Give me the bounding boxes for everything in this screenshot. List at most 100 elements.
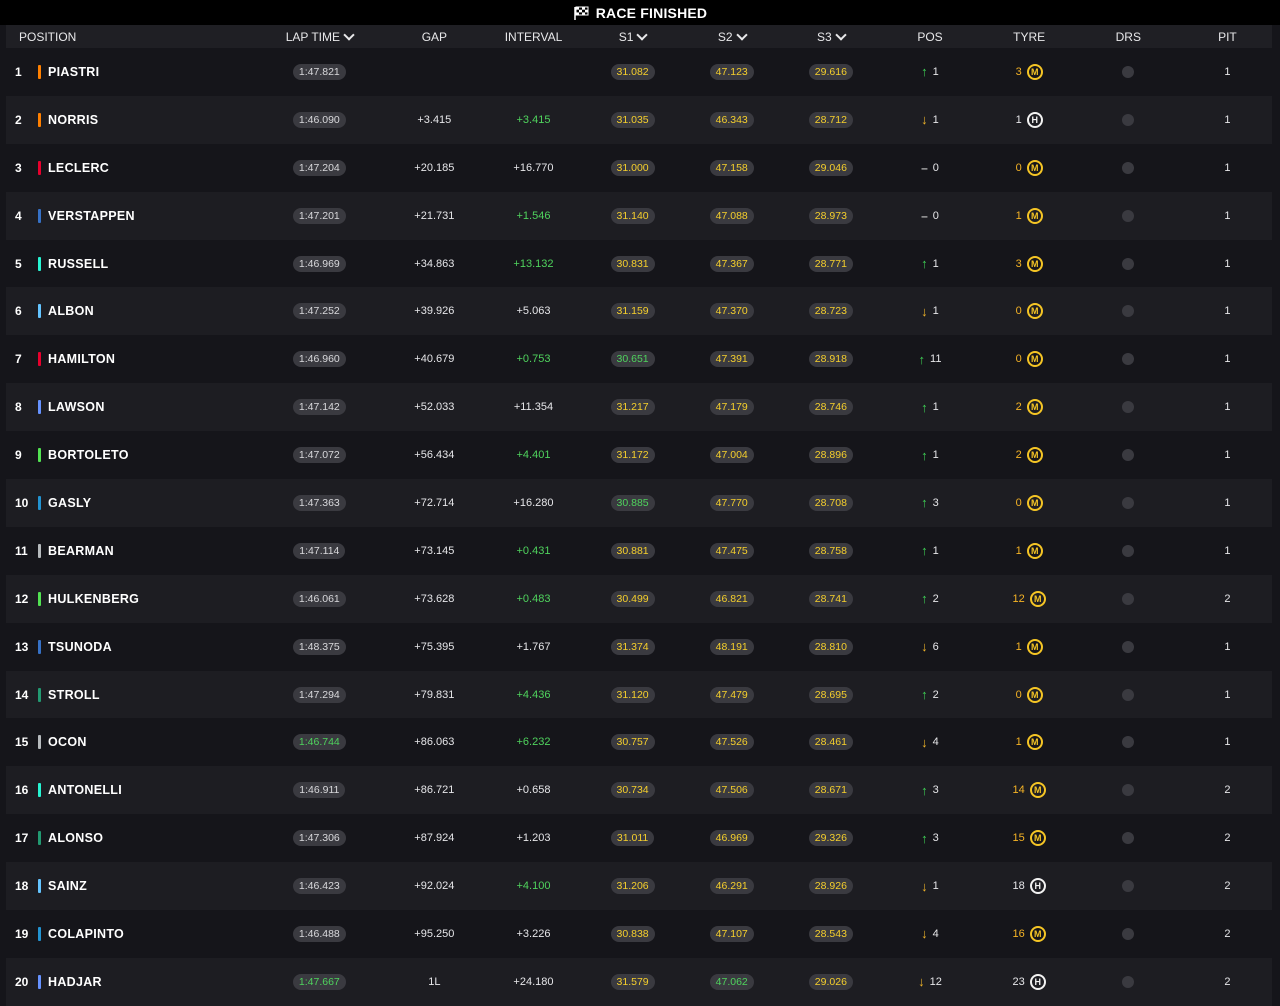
tyre-cell: 12 M [985,575,1074,623]
pos-change-cell: ↓ 12 [875,958,984,1006]
arrow-down-icon: ↓ [921,734,928,750]
driver-cell: 16 ANTONELLI [6,766,249,814]
tyre-compound-icon: M [1026,303,1043,320]
driver-cell: 13 TSUNODA [6,623,249,671]
driver-name: HULKENBERG [48,591,140,606]
gap-cell: +72.714 [390,479,479,527]
gap-cell: +40.679 [390,335,479,383]
table-row[interactable]: 3 LECLERC 1:47.204 +20.185 +16.770 31.000 47.1… [6,143,1272,192]
table-row[interactable]: 18 SAINZ 1:46.423 +92.024 +4.100 31.206 46.291… [6,862,1272,911]
sector1-time: 31.159 [610,303,655,320]
tyre-age: 0 [1015,161,1022,174]
col-s1[interactable]: S1 [588,25,677,48]
lap-time: 1:47.201 [292,207,346,224]
driver-cell: 6 ALBON [6,287,249,335]
gap-value: 1L [428,975,441,988]
table-row[interactable]: 17 ALONSO 1:47.306 +87.924 +1.203 31.011 46.96… [6,814,1272,863]
lap-time-cell: 1:47.201 [249,192,390,240]
table-row[interactable]: 11 BEARMAN 1:47.114 +73.145 +0.431 30.881 47.4… [6,526,1272,575]
s3-cell: 28.771 [786,240,875,288]
sector2-time: 47.479 [709,686,754,703]
lap-time-cell: 1:48.375 [249,623,390,671]
pit-cell: 1 [1183,144,1272,192]
table-row[interactable]: 19 COLAPINTO 1:46.488 +95.250 +3.226 30.838 47… [6,910,1272,958]
team-color-bar [38,543,41,558]
tyre-compound-icon: H [1026,111,1043,128]
table-row[interactable]: 2 NORRIS 1:46.090 +3.415 +3.415 31.035 46.343 2… [6,95,1272,144]
gap-cell: +92.024 [390,862,479,910]
tyre-age: 0 [1015,305,1022,318]
lap-time-cell: 1:46.960 [249,335,390,383]
gap-value: +56.434 [414,449,455,462]
driver-cell: 8 LAWSON [6,383,249,431]
tyre-compound-icon: M [1026,399,1043,416]
pos-change-cell: ↑ 2 [875,671,984,719]
s2-cell: 47.367 [677,240,786,288]
table-row[interactable]: 5 RUSSELL 1:46.969 +34.863 +13.132 30.831 47.3… [6,239,1272,288]
table-row[interactable]: 9 BORTOLETO 1:47.072 +56.434 +4.401 31.172 47.… [6,431,1272,480]
s1-cell: 31.172 [588,431,677,479]
lap-time: 1:46.090 [292,111,346,128]
pos-change-value: 4 [932,927,939,940]
col-s3[interactable]: S3 [786,25,875,48]
table-row[interactable]: 12 HULKENBERG 1:46.061 +73.628 +0.483 30.499 4… [6,574,1272,623]
table-row[interactable]: 6 ALBON 1:47.252 +39.926 +5.063 31.159 47.370 2… [6,287,1272,336]
sector3-time: 28.543 [808,925,853,942]
sector1-time: 30.757 [610,734,655,751]
table-row[interactable]: 13 TSUNODA 1:48.375 +75.395 +1.767 31.374 48.1… [6,622,1272,671]
drs-indicator-icon [1122,305,1135,318]
lap-time-cell: 1:47.294 [249,671,390,719]
table-row[interactable]: 8 LAWSON 1:47.142 +52.033 +11.354 31.217 47.17… [6,383,1272,432]
drs-indicator-icon [1122,65,1135,78]
drs-cell [1074,192,1183,240]
interval-value: +0.753 [516,353,551,366]
tyre-compound-icon: M [1029,925,1046,942]
sector2-time: 48.191 [709,638,754,655]
interval-value: +3.226 [516,927,551,940]
sector3-time: 28.896 [808,447,853,464]
interval-cell: +0.658 [479,766,588,814]
table-body: 1 PIASTRI 1:47.821 31.082 47.123 29.616 ↑ 1 3 M 1 2… [6,48,1272,1006]
sector2-time: 47.062 [709,973,754,990]
table-row[interactable]: 1 PIASTRI 1:47.821 31.082 47.123 29.616 ↑ 1 3 M 1 [6,48,1272,96]
drs-cell [1074,575,1183,623]
driver-name: BEARMAN [48,543,114,558]
table-row[interactable]: 14 STROLL 1:47.294 +79.831 +4.436 31.120 47.47… [6,670,1272,719]
tyre-age: 2 [1015,401,1022,414]
arrow-up-icon: ↑ [921,687,928,703]
pit-count: 2 [1224,592,1231,605]
s1-cell: 31.120 [588,671,677,719]
table-row[interactable]: 4 VERSTAPPEN 1:47.201 +21.731 +1.546 31.140 47… [6,191,1272,240]
lap-time-cell: 1:47.204 [249,144,390,192]
sector1-time: 31.011 [610,830,655,847]
sector2-time: 46.291 [709,878,754,895]
driver-name: VERSTAPPEN [48,208,135,223]
sector1-time: 31.172 [610,447,655,464]
pos-change-value: 1 [932,65,939,78]
tyre-compound-icon: H [1029,973,1046,990]
s3-cell: 29.616 [786,48,875,96]
table-row[interactable]: 15 OCON 1:46.744 +86.063 +6.232 30.757 47.526 2… [6,718,1272,767]
interval-cell: +16.770 [479,144,588,192]
team-color-bar [38,831,41,846]
pit-cell: 2 [1183,958,1272,1006]
drs-cell [1074,671,1183,719]
lap-time-cell: 1:46.488 [249,910,390,958]
tyre-compound-icon: M [1029,830,1046,847]
drs-indicator-icon [1122,640,1135,653]
table-row[interactable]: 10 GASLY 1:47.363 +72.714 +16.280 30.885 47.77… [6,479,1272,527]
gap-value: +73.628 [414,592,455,605]
table-row[interactable]: 7 HAMILTON 1:46.960 +40.679 +0.753 30.651 47.3… [6,335,1272,384]
table-row[interactable]: 16 ANTONELLI 1:46.911 +86.721 +0.658 30.734 47… [6,766,1272,815]
col-lap-time[interactable]: LAP TIME [249,25,390,48]
gap-value: +34.863 [414,257,455,270]
position-number: 7 [15,352,22,367]
gap-cell: +34.863 [390,240,479,288]
pos-change-cell: –0 [875,144,984,192]
driver-name: ALBON [48,304,94,319]
col-s2[interactable]: S2 [677,25,786,48]
chevron-down-icon [343,28,355,41]
pos-change-value: 3 [932,784,939,797]
lap-time-cell: 1:47.363 [249,479,390,527]
table-row[interactable]: 20 HADJAR 1:47.667 1L +24.180 31.579 47.062 29.… [6,957,1272,1006]
